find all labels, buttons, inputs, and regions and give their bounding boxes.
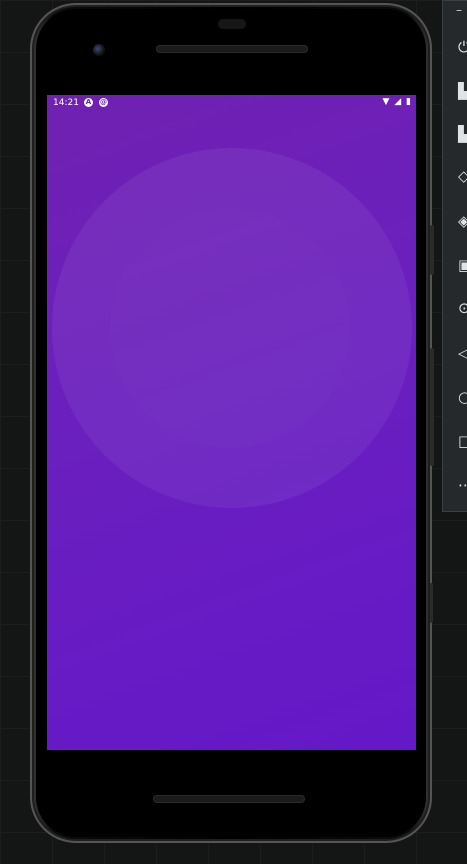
front-camera-icon [93, 44, 105, 56]
notification-sync-icon: @ [99, 98, 108, 107]
back-icon[interactable]: ◁ [458, 345, 467, 361]
more-icon[interactable]: ⋯ [458, 477, 467, 493]
status-time: 14:21 [53, 98, 79, 108]
zoom-icon[interactable]: ⊙ [458, 300, 467, 316]
device-screen[interactable]: 14:21 A @ ▼ ◢ ▮ [47, 95, 416, 750]
earpiece [218, 19, 246, 29]
status-icons: ▼ ◢ ▮ [380, 97, 411, 107]
splash-inner-circle [110, 208, 350, 448]
volume-side-button[interactable] [430, 348, 434, 466]
rotate-left-icon[interactable]: ◇ [458, 168, 467, 184]
notification-a-icon: A [84, 98, 93, 107]
power-side-button[interactable] [430, 225, 434, 275]
bottom-speaker-grille [153, 795, 305, 803]
top-speaker-grille [156, 45, 308, 53]
minimize-button[interactable]: – [456, 4, 462, 16]
status-bar: 14:21 A @ ▼ ◢ ▮ [47, 95, 416, 112]
volume-up-icon[interactable]: ▙ [458, 83, 467, 99]
wifi-icon: ▼ [382, 97, 390, 107]
screenshot-icon[interactable]: ▣ [458, 257, 467, 273]
volume-down-icon[interactable]: ▙ [458, 126, 467, 142]
emulator-toolbar: – ⏻ ▙ ▙ ◇ ◈ ▣ ⊙ ◁ ○ □ ⋯ [442, 0, 467, 512]
power-icon[interactable]: ⏻ [458, 39, 467, 55]
overview-icon[interactable]: □ [458, 433, 467, 449]
battery-icon: ▮ [406, 97, 411, 107]
home-icon[interactable]: ○ [458, 389, 467, 405]
side-button [430, 583, 433, 623]
signal-icon: ◢ [394, 97, 402, 107]
rotate-right-icon[interactable]: ◈ [458, 213, 467, 229]
